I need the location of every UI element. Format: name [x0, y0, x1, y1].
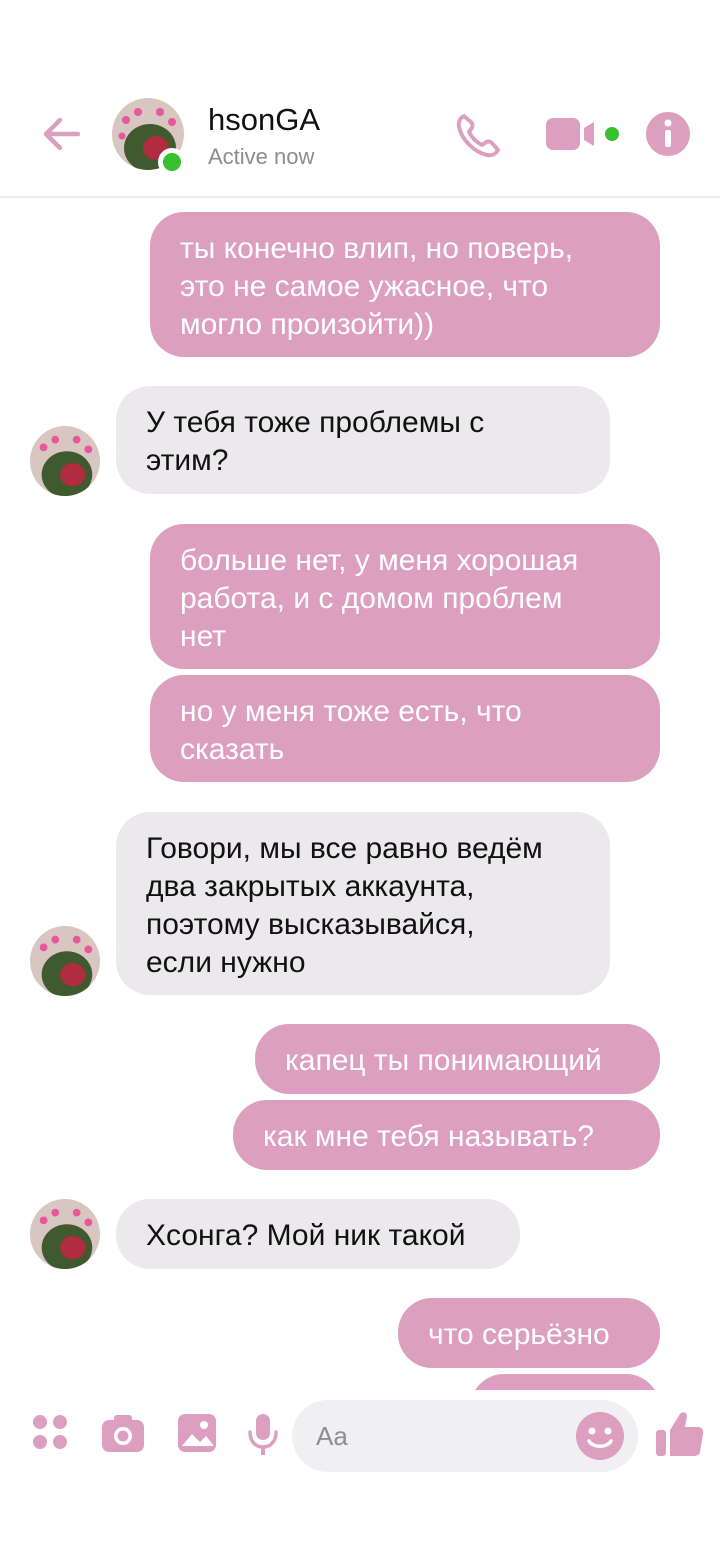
- message-bubble-outgoing[interactable]: больше нет, у меня хорошая работа, и с д…: [150, 524, 660, 669]
- message-bubble-outgoing[interactable]: ты конечно влип, но поверь, это не самое…: [150, 212, 660, 357]
- apps-grid-icon[interactable]: [30, 1412, 70, 1452]
- message-bubble-incoming[interactable]: У тебя тоже проблемы с этим?: [116, 386, 610, 494]
- message-bubble-outgoing[interactable]: что серьёзно: [398, 1298, 660, 1368]
- chat-header: hsonGA Active now: [0, 0, 720, 198]
- message-bubble-outgoing[interactable]: капец ты понимающий: [255, 1024, 660, 1094]
- sender-avatar[interactable]: [30, 926, 100, 996]
- microphone-icon[interactable]: [246, 1412, 280, 1458]
- message-bubble-outgoing-partial[interactable]: [470, 1374, 660, 1390]
- sender-avatar[interactable]: [30, 426, 100, 496]
- contact-name[interactable]: hsonGA: [208, 102, 320, 138]
- message-bubble-incoming[interactable]: Говори, мы все равно ведём два закрытых …: [116, 812, 610, 995]
- online-indicator: [158, 148, 186, 176]
- back-arrow-icon[interactable]: [38, 110, 86, 158]
- active-status: Active now: [208, 144, 315, 169]
- message-bubble-incoming[interactable]: Хсонга? Мой ник такой: [116, 1199, 520, 1269]
- avatar-image: [30, 426, 100, 496]
- emoji-icon[interactable]: [574, 1410, 626, 1462]
- phone-icon[interactable]: [452, 110, 504, 162]
- info-icon[interactable]: [644, 110, 692, 158]
- message-thread[interactable]: ты конечно влип, но поверь, это не самое…: [0, 200, 720, 1390]
- thumbs-up-icon[interactable]: [654, 1408, 706, 1460]
- message-input[interactable]: [316, 1400, 576, 1472]
- image-icon[interactable]: [176, 1412, 218, 1454]
- camera-icon[interactable]: [100, 1412, 146, 1454]
- message-bubble-outgoing[interactable]: но у меня тоже есть, что сказать: [150, 675, 660, 782]
- message-bubble-outgoing[interactable]: как мне тебя называть?: [233, 1100, 660, 1170]
- video-camera-icon[interactable]: [544, 112, 628, 156]
- sender-avatar[interactable]: [30, 1199, 100, 1269]
- bottom-safe-area: [0, 1490, 720, 1560]
- avatar-image: [30, 1199, 100, 1269]
- avatar-image: [30, 926, 100, 996]
